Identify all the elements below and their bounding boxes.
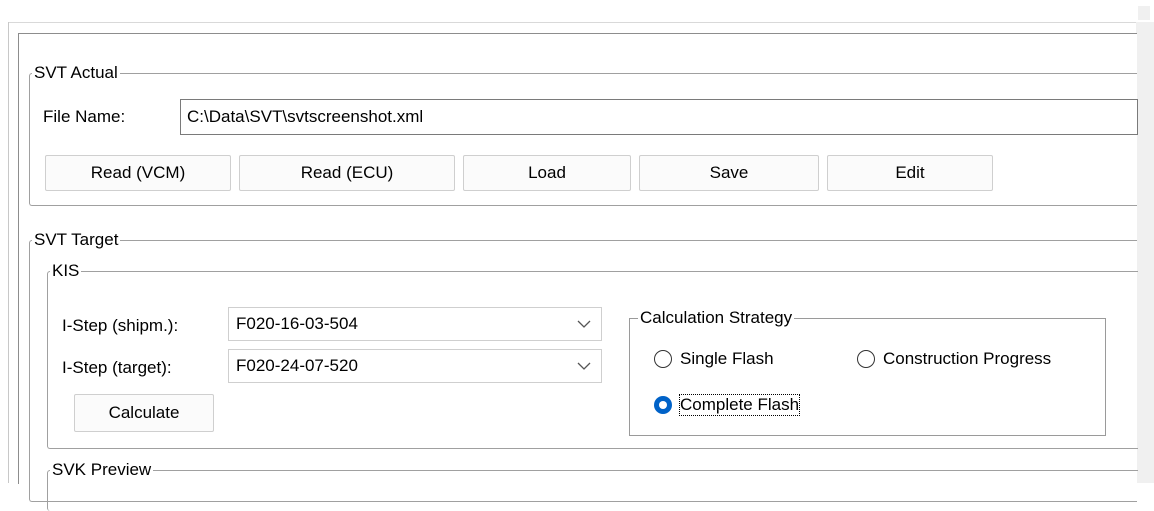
svt-target-legend: SVT Target [32,230,121,250]
left-divider [8,22,9,483]
svt-target-group: SVT Target KIS I-Step (shipm.): F020-16-… [29,230,1138,511]
file-name-input[interactable]: C:\Data\SVT\svtscreenshot.xml [180,99,1138,135]
svt-actual-legend: SVT Actual [32,63,120,83]
read-vcm-button[interactable]: Read (VCM) [45,155,231,191]
complete-flash-radio[interactable]: Complete Flash [654,394,801,416]
istep-shipm-value: F020-16-03-504 [236,314,358,333]
svt-actual-group: SVT Actual File Name: C:\Data\SVT\svtscr… [29,63,1138,206]
kis-legend: KIS [50,261,82,281]
scrollbar-top-stub[interactable] [1138,6,1150,20]
istep-target-value: F020-24-07-520 [236,356,358,375]
file-name-label: File Name: [43,107,126,126]
istep-shipm-select[interactable]: F020-16-03-504 [228,307,602,341]
top-divider [8,22,1136,23]
radio-unchecked-icon [857,350,875,368]
content-panel: SVT Actual File Name: C:\Data\SVT\svtscr… [18,33,1138,511]
single-flash-radio[interactable]: Single Flash [654,349,774,369]
calculate-button[interactable]: Calculate [74,394,214,432]
complete-flash-label: Complete Flash [678,394,801,416]
vertical-scrollbar[interactable] [1136,22,1154,483]
window-top-area [0,0,1154,22]
radio-unchecked-icon [654,350,672,368]
chevron-down-icon [577,350,591,382]
load-button[interactable]: Load [463,155,631,191]
radio-checked-icon [654,396,672,414]
read-ecu-button[interactable]: Read (ECU) [239,155,455,191]
chevron-down-icon [577,308,591,340]
istep-shipm-label: I-Step (shipm.): [62,316,179,335]
istep-target-select[interactable]: F020-24-07-520 [228,349,602,383]
calculation-strategy-group: Calculation Strategy Single Flash Constr… [629,308,1106,436]
construction-progress-radio[interactable]: Construction Progress [857,349,1051,369]
istep-target-label: I-Step (target): [62,358,172,377]
calculation-strategy-legend: Calculation Strategy [638,308,795,328]
construction-progress-label: Construction Progress [883,349,1052,368]
kis-group: KIS I-Step (shipm.): F020-16-03-504 I-St… [47,261,1138,449]
edit-button[interactable]: Edit [827,155,993,191]
svk-preview-legend: SVK Preview [50,460,154,480]
save-button[interactable]: Save [639,155,819,191]
svk-preview-group: SVK Preview [47,460,1138,511]
single-flash-label: Single Flash [680,349,774,368]
